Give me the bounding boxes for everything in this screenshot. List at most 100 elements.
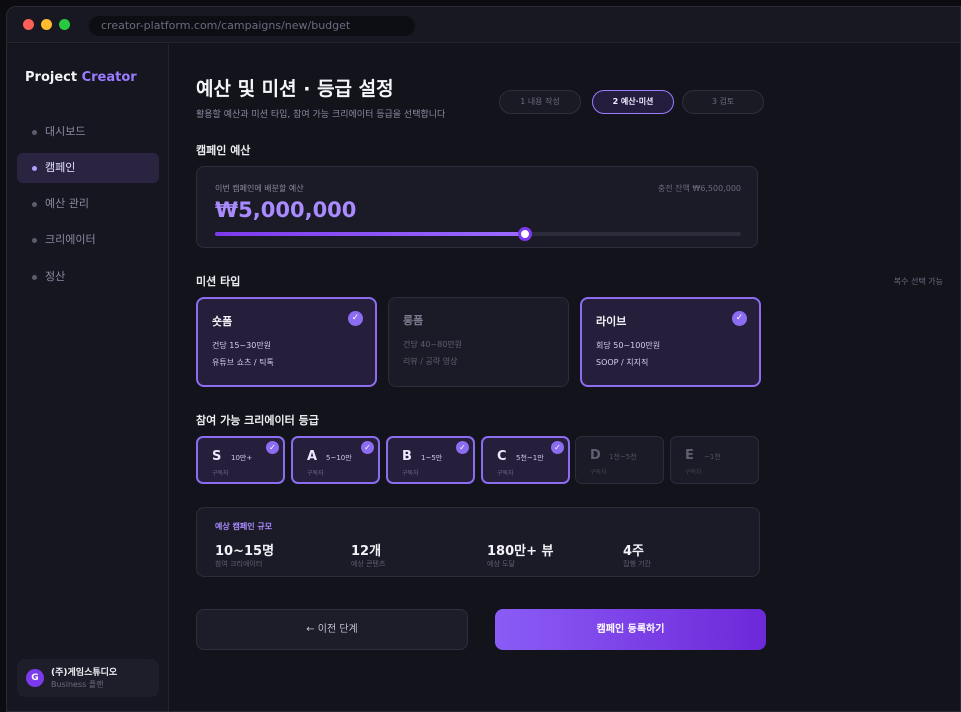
tier-range: 5~10만 xyxy=(326,454,352,462)
sidebar-item-settlement[interactable]: 정산 xyxy=(17,262,159,292)
sidebar-item-label: 대시보드 xyxy=(45,125,86,138)
mission-price: 회당 50~100만원 xyxy=(596,341,661,350)
check-icon: ✓ xyxy=(732,311,747,326)
page-title: 예산 및 미션 · 등급 설정 xyxy=(196,78,394,100)
tier-section-label: 참여 가능 크리에이터 등급 xyxy=(196,414,319,427)
close-window-button[interactable] xyxy=(23,19,34,30)
budget-slider-handle[interactable] xyxy=(518,227,533,241)
step-2-tab[interactable]: 2 예산·미션 xyxy=(592,90,674,114)
step-3-tab[interactable]: 3 검토 xyxy=(682,90,764,114)
stat-value-duration: 4주 xyxy=(623,544,645,559)
mission-platform: SOOP / 치지직 xyxy=(596,358,649,367)
check-icon: ✓ xyxy=(456,441,469,454)
sidebar-item-budget[interactable]: 예산 관리 xyxy=(17,189,159,219)
browser-titlebar: creator-platform.com/campaigns/new/budge… xyxy=(7,7,960,43)
mission-title: 숏폼 xyxy=(212,315,233,328)
sidebar-item-label: 정산 xyxy=(45,270,66,283)
sidebar-item-label: 예산 관리 xyxy=(45,197,89,210)
check-icon: ✓ xyxy=(266,441,279,454)
stat-label-creators: 참여 크리에이터 xyxy=(215,560,263,568)
tier-range: 1천~5천 xyxy=(609,453,637,461)
tier-unit: 구독자 xyxy=(307,470,324,477)
multi-select-hint: 복수 선택 가능 xyxy=(893,277,943,286)
sidebar: Project Creator 대시보드 캠페인 예산 관리 크리에이터 정산 … xyxy=(7,44,169,711)
tier-range: 1~5만 xyxy=(421,454,443,462)
app-window: creator-platform.com/campaigns/new/budge… xyxy=(6,6,961,712)
brand-prefix: Project xyxy=(25,70,78,85)
mission-price: 건당 40~80만원 xyxy=(403,340,463,349)
stat-value-creators: 10~15명 xyxy=(215,544,275,559)
sidebar-item-label: 캠페인 xyxy=(45,161,76,174)
brand-logo[interactable]: Project Creator xyxy=(25,70,137,85)
tier-letter: C xyxy=(497,449,507,464)
budget-amount: ₩5,000,000 xyxy=(215,198,357,222)
mission-platform: 유튜브 쇼츠 / 틱톡 xyxy=(212,358,274,367)
mission-section-label: 미션 타입 xyxy=(196,275,241,288)
campaign-scale-summary: 예상 캠페인 규모 10~15명 참여 크리에이터 12개 예상 콘텐츠 180… xyxy=(196,507,760,577)
mission-card-longform[interactable]: 롱폼 건당 40~80만원 리뷰 / 공략 영상 ✓ xyxy=(388,297,569,387)
check-icon: ✓ xyxy=(361,441,374,454)
minimize-window-button[interactable] xyxy=(41,19,52,30)
address-bar[interactable]: creator-platform.com/campaigns/new/budge… xyxy=(89,16,415,36)
bullet-icon xyxy=(32,166,37,171)
tier-range: 5천~1만 xyxy=(516,454,544,462)
account-plan: Business 플랜 xyxy=(51,680,104,689)
sidebar-item-creators[interactable]: 크리에이터 xyxy=(17,225,159,255)
maximize-window-button[interactable] xyxy=(59,19,70,30)
tier-unit: 구독자 xyxy=(212,470,229,477)
tier-option-d[interactable]: D 1천~5천 구독자 ✓ xyxy=(575,436,664,484)
sidebar-item-label: 크리에이터 xyxy=(45,233,96,246)
tier-option-b[interactable]: B 1~5만 구독자 ✓ xyxy=(386,436,475,484)
budget-section-label: 캠페인 예산 xyxy=(196,144,251,157)
bullet-icon xyxy=(32,275,37,280)
bullet-icon xyxy=(32,202,37,207)
stat-label-reach: 예상 도달 xyxy=(487,560,515,568)
avatar: G xyxy=(26,669,44,687)
stat-value-content: 12개 xyxy=(351,544,382,559)
tier-letter: D xyxy=(590,448,601,463)
mission-platform: 리뷰 / 공략 영상 xyxy=(403,357,458,366)
tier-option-e[interactable]: E ~1천 구독자 ✓ xyxy=(670,436,759,484)
stat-label-content: 예상 콘텐츠 xyxy=(351,560,386,568)
mission-title: 라이브 xyxy=(596,315,627,328)
budget-slider[interactable] xyxy=(215,227,741,241)
tier-unit: 구독자 xyxy=(497,470,514,477)
brand-accent: Creator xyxy=(81,70,137,85)
tier-letter: B xyxy=(402,449,412,464)
stat-label-duration: 집행 기간 xyxy=(623,560,651,568)
tier-unit: 구독자 xyxy=(590,469,607,476)
account-name: (주)게임스튜디오 xyxy=(51,668,118,678)
check-icon: ✓ xyxy=(348,311,363,326)
budget-label: 이번 캠페인에 배분할 예산 xyxy=(215,184,304,193)
main-content: 예산 및 미션 · 등급 설정 활용할 예산과 미션 타입, 참여 가능 크리에… xyxy=(170,44,960,711)
step-1-tab[interactable]: 1 내용 작성 xyxy=(499,90,581,114)
tier-letter: S xyxy=(212,449,222,464)
bullet-icon xyxy=(32,238,37,243)
check-icon: ✓ xyxy=(551,441,564,454)
mission-title: 롱폼 xyxy=(403,314,424,327)
mission-price: 건당 15~30만원 xyxy=(212,341,272,350)
tier-range: 10만+ xyxy=(231,454,253,462)
mission-card-shortform[interactable]: 숏폼 건당 15~30만원 유튜브 쇼츠 / 틱톡 ✓ xyxy=(196,297,377,387)
account-switcher[interactable]: G (주)게임스튜디오 Business 플랜 xyxy=(17,659,159,697)
previous-step-button[interactable]: ← 이전 단계 xyxy=(196,609,468,650)
page-subtitle: 활용할 예산과 미션 타입, 참여 가능 크리에이터 등급을 선택합니다 xyxy=(196,110,446,120)
tier-letter: A xyxy=(307,449,318,464)
sidebar-item-campaign[interactable]: 캠페인 xyxy=(17,153,159,183)
bullet-icon xyxy=(32,130,37,135)
tier-range: ~1천 xyxy=(704,453,721,461)
tier-unit: 구독자 xyxy=(685,469,702,476)
tier-unit: 구독자 xyxy=(402,470,419,477)
tier-option-a[interactable]: A 5~10만 구독자 ✓ xyxy=(291,436,380,484)
tier-letter: E xyxy=(685,448,694,463)
register-campaign-button[interactable]: 캠페인 등록하기 xyxy=(495,609,766,650)
tier-option-s[interactable]: S 10만+ 구독자 ✓ xyxy=(196,436,285,484)
tier-option-c[interactable]: C 5천~1만 구독자 ✓ xyxy=(481,436,570,484)
mission-card-live[interactable]: 라이브 회당 50~100만원 SOOP / 치지직 ✓ xyxy=(580,297,761,387)
sidebar-item-dashboard[interactable]: 대시보드 xyxy=(17,117,159,147)
scale-title: 예상 캠페인 규모 xyxy=(215,522,273,531)
budget-card: 이번 캠페인에 배분할 예산 충전 잔액 ₩6,500,000 ₩5,000,0… xyxy=(196,166,758,248)
budget-balance: 충전 잔액 ₩6,500,000 xyxy=(657,184,741,193)
budget-slider-fill xyxy=(215,232,526,236)
stat-value-reach: 180만+ 뷰 xyxy=(487,544,554,559)
